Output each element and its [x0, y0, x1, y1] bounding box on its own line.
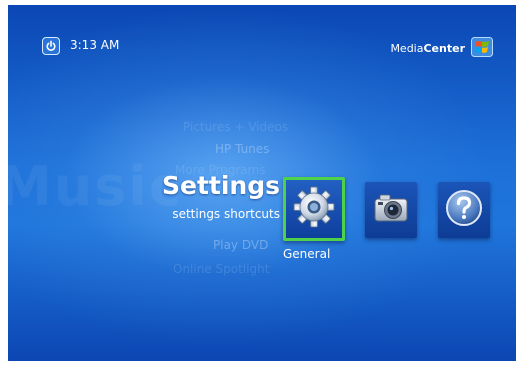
tile-help[interactable] [438, 182, 490, 238]
selected-tile-label: General [283, 247, 331, 261]
power-icon [45, 37, 57, 56]
media-center-brand[interactable]: MediaCenter [390, 36, 493, 60]
tile-camera[interactable] [365, 182, 417, 238]
section-subtitle: settings shortcuts [172, 207, 280, 221]
brand-suffix: Center [423, 41, 465, 55]
brand-text: MediaCenter [390, 42, 465, 55]
media-center-screen: Music 3:13 AM MediaCenter Pictures + Vid… [8, 5, 516, 361]
tile-general[interactable] [283, 177, 345, 241]
power-button[interactable] [42, 37, 60, 55]
help-icon [444, 188, 484, 232]
windows-logo-icon [471, 36, 493, 60]
camera-icon [371, 188, 411, 232]
gear-icon [291, 184, 337, 234]
menu-item-pictures-videos[interactable]: Pictures + Videos [183, 120, 288, 134]
section-title[interactable]: Settings [162, 171, 280, 200]
brand-prefix: Media [390, 41, 424, 55]
ghost-background-word: Music [8, 155, 183, 218]
menu-item-play-dvd[interactable]: Play DVD [213, 238, 268, 252]
clock: 3:13 AM [70, 38, 120, 52]
menu-item-online-spotlight[interactable]: Online Spotlight [173, 262, 269, 276]
menu-item-hp-tunes[interactable]: HP Tunes [215, 142, 269, 156]
